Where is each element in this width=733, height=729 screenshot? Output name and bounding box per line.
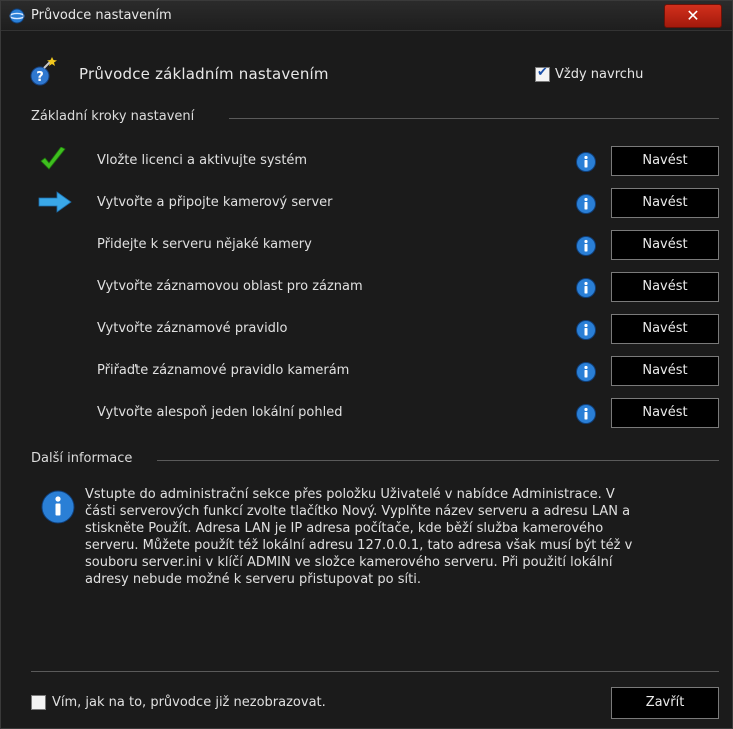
info-line: Vstupte do administrační sekce přes polo… (85, 487, 615, 502)
step-label: Přiřaďte záznamové pravidlo kamerám (97, 363, 350, 378)
dont-show-again-checkbox[interactable] (31, 695, 46, 710)
step-row: Přidejte k serveru nějaké kamery Navést (1, 229, 732, 261)
info-icon[interactable] (575, 361, 597, 383)
info-line: serveru. Můžete použít též lokální adres… (85, 538, 633, 553)
section-divider (157, 460, 719, 461)
svg-text:?: ? (36, 70, 44, 85)
more-info-text: Vstupte do administrační sekce přes polo… (85, 486, 721, 588)
step-label: Vytvořte a připojte kamerový server (97, 195, 333, 210)
info-icon[interactable] (575, 403, 597, 425)
footer-divider (31, 671, 719, 672)
magic-wand-help-icon: ? (30, 57, 57, 86)
window-title: Průvodce nastavením (31, 8, 172, 23)
blue-arrow-icon (38, 191, 72, 213)
close-button[interactable]: Zavřít (611, 687, 719, 719)
more-info-section-title: Další informace (31, 451, 133, 466)
guide-button[interactable]: Navést (611, 230, 719, 260)
step-label: Vložte licenci a aktivujte systém (97, 153, 308, 168)
wizard-header: ? Průvodce základním nastavením Vždy nav… (1, 57, 732, 93)
info-icon[interactable] (575, 235, 597, 257)
info-icon (41, 490, 75, 524)
info-icon[interactable] (575, 277, 597, 299)
step-row: Vytvořte a připojte kamerový server Navés… (1, 187, 732, 219)
always-on-top-checkbox[interactable] (535, 65, 550, 82)
step-row: Vytvořte alespoň jeden lokální pohled Nav… (1, 397, 732, 429)
guide-button[interactable]: Navést (611, 146, 719, 176)
always-on-top-label: Vždy navrchu (555, 67, 644, 82)
step-row: Vytvořte záznamovou oblast pro záznam Nav… (1, 271, 732, 303)
dont-show-again-option[interactable]: Vím, jak na to, průvodce již nezobrazova… (31, 695, 326, 710)
step-row: Přiřaďte záznamové pravidlo kamerám Navés… (1, 355, 732, 387)
dont-show-again-label: Vím, jak na to, průvodce již nezobrazova… (52, 695, 326, 710)
close-window-button[interactable]: ✕ (664, 4, 722, 28)
basic-steps-section-title: Základní kroky nastavení (31, 109, 195, 124)
step-row: Vložte licenci a aktivujte systém Navést (1, 145, 732, 177)
info-icon[interactable] (575, 319, 597, 341)
guide-button[interactable]: Navést (611, 398, 719, 428)
info-line: adresy nebude možné k serveru přistupova… (85, 572, 421, 587)
green-checkmark-icon (40, 147, 66, 170)
info-icon[interactable] (575, 151, 597, 173)
guide-button[interactable]: Navést (611, 188, 719, 218)
guide-button[interactable]: Navést (611, 356, 719, 386)
guide-button[interactable]: Navést (611, 314, 719, 344)
info-line: části serverových funkcí zvolte tlačítko… (85, 504, 631, 519)
title-bar[interactable]: Průvodce nastavením ✕ (1, 1, 732, 31)
globe-icon (9, 8, 25, 24)
step-label: Přidejte k serveru nějaké kamery (97, 237, 312, 252)
section-divider (229, 118, 719, 119)
always-on-top-option[interactable]: Vždy navrchu (535, 65, 644, 82)
info-icon[interactable] (575, 193, 597, 215)
step-label: Vytvořte záznamové pravidlo (97, 321, 288, 336)
guide-button[interactable]: Navést (611, 272, 719, 302)
step-label: Vytvořte záznamovou oblast pro záznam (97, 279, 363, 294)
setup-wizard-window: Průvodce nastavením ✕ ? Průvodce základn… (0, 0, 733, 729)
step-row: Vytvořte záznamové pravidlo Navést (1, 313, 732, 345)
info-line: souboru server.ini v klíčí ADMIN ve slož… (85, 555, 613, 570)
info-line: stiskněte Použít. Adresa LAN je IP adres… (85, 521, 604, 536)
step-label: Vytvořte alespoň jeden lokální pohled (97, 405, 343, 420)
wizard-title: Průvodce základním nastavením (79, 65, 329, 83)
